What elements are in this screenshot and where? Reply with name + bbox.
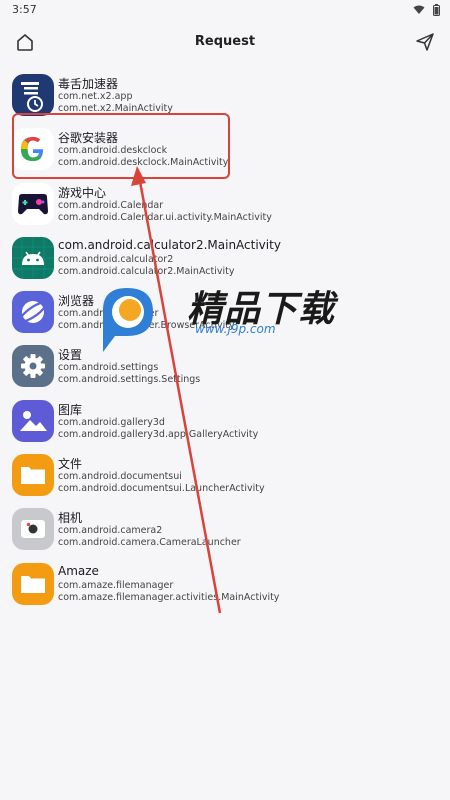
app-package: com.android.Calendar bbox=[58, 199, 164, 211]
app-package: com.android.calculator2 bbox=[58, 253, 174, 265]
list-item[interactable]: 毒舌加速器 com.net.x2.app com.net.x2.MainActi… bbox=[0, 70, 450, 124]
wifi-icon bbox=[413, 5, 425, 14]
camera-icon bbox=[12, 508, 54, 551]
app-activity: com.android.camera.CameraLauncher bbox=[58, 537, 241, 549]
app-activity: com.android.deskclock.MainActivity bbox=[58, 157, 229, 169]
list-item[interactable]: 游戏中心 com.android.Calendar com.android.Ca… bbox=[0, 179, 450, 233]
app-name: 文件 bbox=[58, 457, 83, 472]
app-package: com.net.x2.app bbox=[58, 91, 133, 102]
app-activity: com.net.x2.MainActivity bbox=[58, 103, 173, 114]
gamepad-icon bbox=[12, 182, 54, 225]
dushe-accelerator-icon bbox=[12, 74, 54, 116]
app-package: com.android.settings bbox=[58, 362, 159, 374]
app-package: com.android.documentsui bbox=[58, 471, 182, 483]
app-activity: com.android.calculator2.MainActivity bbox=[58, 265, 235, 277]
app-package: com.android.camera2 bbox=[58, 525, 163, 537]
app-name: 设置 bbox=[58, 348, 83, 363]
app-name: 毒舌加速器 bbox=[58, 77, 119, 91]
app-name: 谷歌安装器 bbox=[58, 131, 119, 146]
status-bar: 3:57 bbox=[0, 0, 450, 22]
page-title: Request bbox=[194, 34, 256, 49]
battery-icon bbox=[433, 4, 440, 16]
list-item[interactable]: 谷歌安装器 com.android.deskclock com.android.… bbox=[0, 124, 450, 178]
send-icon[interactable] bbox=[414, 31, 436, 53]
app-name: 相机 bbox=[58, 511, 83, 526]
gallery-icon bbox=[12, 399, 54, 442]
watermark-logo-icon bbox=[103, 288, 153, 352]
list-item[interactable]: 图库 com.android.gallery3d com.android.gal… bbox=[0, 396, 450, 450]
app-bar: Request bbox=[0, 22, 450, 62]
app-name: 浏览器 bbox=[58, 294, 95, 309]
app-name: 图库 bbox=[58, 402, 83, 417]
app-activity: com.android.Calendar.ui.activity.MainAct… bbox=[58, 211, 272, 223]
planet-icon bbox=[12, 291, 54, 334]
app-activity: com.android.gallery3d.app.GalleryActivit… bbox=[58, 428, 259, 440]
watermark: 精品下载 www.j9p.com bbox=[95, 280, 355, 360]
app-name: Amaze bbox=[58, 563, 99, 578]
folder-icon bbox=[12, 454, 54, 497]
status-time: 3:57 bbox=[12, 3, 37, 16]
google-icon bbox=[12, 128, 54, 171]
watermark-url: www.j9p.com bbox=[195, 322, 276, 336]
app-activity: com.amaze.filemanager.activities.MainAct… bbox=[58, 591, 280, 603]
app-package: com.android.deskclock bbox=[58, 145, 168, 157]
list-item[interactable]: Amaze com.amaze.filemanager com.amaze.fi… bbox=[0, 559, 450, 613]
app-activity: com.android.settings.Settings bbox=[58, 374, 201, 386]
app-activity: com.android.documentsui.LauncherActivity bbox=[58, 483, 265, 495]
gear-icon bbox=[12, 345, 54, 388]
list-item[interactable]: 文件 com.android.documentsui com.android.d… bbox=[0, 450, 450, 504]
app-package: com.amaze.filemanager bbox=[58, 579, 174, 591]
app-name: com.android.calculator2.MainActivity bbox=[58, 237, 281, 252]
app-name: 游戏中心 bbox=[58, 185, 107, 200]
status-icons bbox=[413, 4, 440, 16]
list-item[interactable]: 相机 com.android.camera2 com.android.camer… bbox=[0, 504, 450, 558]
app-package: com.android.gallery3d bbox=[58, 416, 165, 428]
android-robot-icon bbox=[12, 236, 54, 279]
folder-icon bbox=[12, 562, 54, 605]
